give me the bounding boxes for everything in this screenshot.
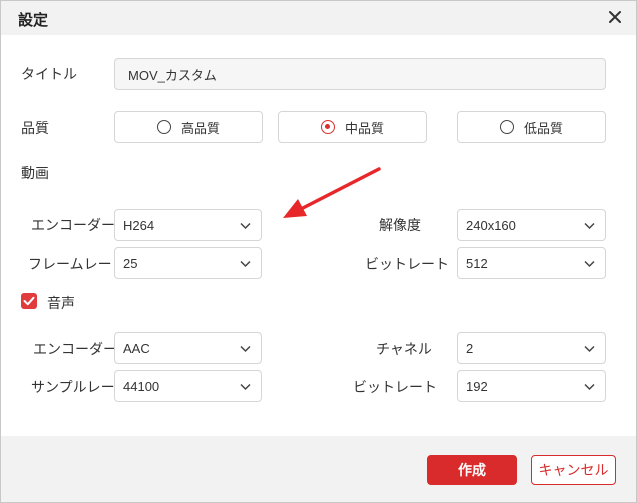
audio-section-label: 音声 <box>47 295 75 311</box>
audio-encoder-value: AAC <box>123 340 150 356</box>
annotation-arrow <box>283 167 381 218</box>
chevron-down-icon <box>240 345 251 353</box>
resolution-value: 240x160 <box>466 217 516 233</box>
resolution-select[interactable]: 240x160 <box>457 209 606 241</box>
samplerate-value: 44100 <box>123 378 160 394</box>
cancel-button[interactable]: キャンセル <box>531 455 616 485</box>
dialog-footer: 作成 キャンセル <box>1 436 636 502</box>
video-bitrate-label: ビットレート <box>365 256 449 272</box>
quality-option-low[interactable]: 低品質 <box>457 111 606 143</box>
quality-option-label: 中品質 <box>344 120 384 136</box>
quality-option-high[interactable]: 高品質 <box>114 111 263 143</box>
check-icon <box>23 296 35 306</box>
audio-bitrate-value: 192 <box>466 378 488 394</box>
framerate-select[interactable]: 25 <box>114 247 262 279</box>
audio-bitrate-label: ビットレート <box>353 379 437 395</box>
quality-label: 品質 <box>21 120 49 136</box>
audio-checkbox[interactable] <box>21 293 37 309</box>
create-button[interactable]: 作成 <box>427 455 517 485</box>
title-input[interactable]: MOV_カスタム <box>114 58 606 90</box>
framerate-value: 25 <box>123 255 138 271</box>
video-encoder-label: エンコーダー <box>31 217 115 233</box>
dialog-title: 設定 <box>18 12 49 29</box>
chevron-down-icon <box>584 260 595 268</box>
title-bar: 設定 <box>1 1 636 35</box>
quality-option-medium[interactable]: 中品質 <box>278 111 427 143</box>
title-label: タイトル <box>21 66 77 82</box>
radio-icon <box>499 120 514 134</box>
settings-dialog: 設定 タイトル MOV_カスタム 品質 高品質 中品質 低品質 動画 エンコーダ… <box>0 0 637 503</box>
video-bitrate-select[interactable]: 512 <box>457 247 606 279</box>
audio-bitrate-select[interactable]: 192 <box>457 370 606 402</box>
chevron-down-icon <box>584 222 595 230</box>
samplerate-select[interactable]: 44100 <box>114 370 262 402</box>
chevron-down-icon <box>240 383 251 391</box>
framerate-label: フレームレート <box>28 256 126 272</box>
video-encoder-select[interactable]: H264 <box>114 209 262 241</box>
video-encoder-value: H264 <box>123 217 155 233</box>
video-bitrate-value: 512 <box>466 255 488 271</box>
title-input-value: MOV_カスタム <box>128 67 217 83</box>
channel-value: 2 <box>466 340 474 356</box>
chevron-down-icon <box>584 383 595 391</box>
quality-option-label: 高品質 <box>180 120 220 136</box>
radio-selected-icon <box>320 120 335 134</box>
chevron-down-icon <box>240 222 251 230</box>
audio-encoder-select[interactable]: AAC <box>114 332 262 364</box>
chevron-down-icon <box>584 345 595 353</box>
close-icon[interactable] <box>606 8 624 26</box>
chevron-down-icon <box>240 260 251 268</box>
video-section-label: 動画 <box>21 165 49 181</box>
audio-encoder-label: エンコーダー <box>33 341 117 357</box>
channel-select[interactable]: 2 <box>457 332 606 364</box>
channel-label: チャネル <box>376 341 432 357</box>
radio-icon <box>156 120 171 134</box>
quality-option-label: 低品質 <box>523 120 563 136</box>
